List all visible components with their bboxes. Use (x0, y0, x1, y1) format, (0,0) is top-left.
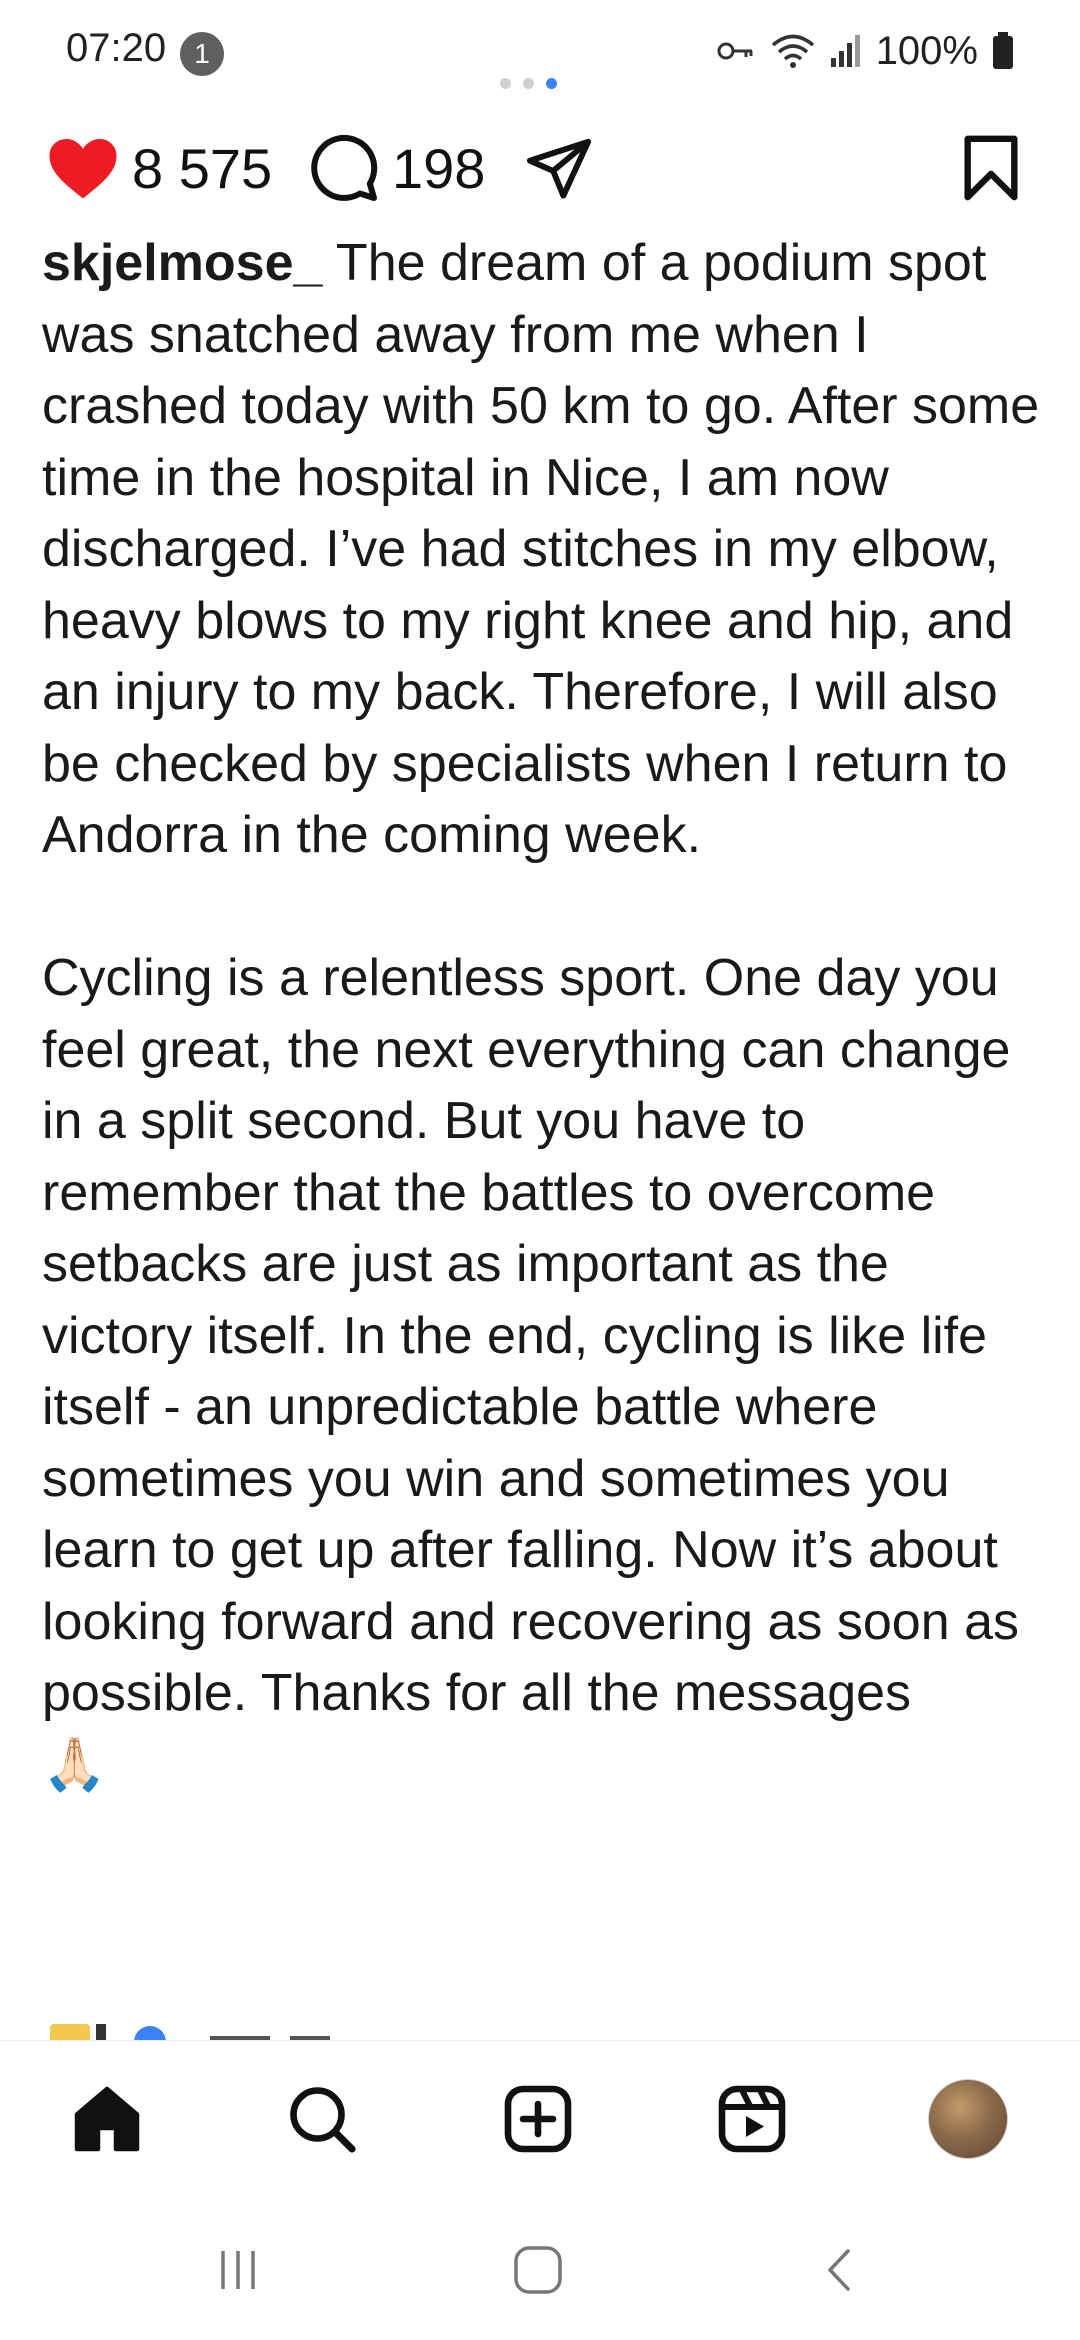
comment-icon (311, 134, 378, 201)
back-chevron-icon (828, 2249, 850, 2291)
comment-button[interactable]: 198 (308, 118, 485, 218)
back-button[interactable] (800, 2230, 880, 2310)
caption-username[interactable]: skjelmose_ (42, 234, 322, 292)
like-button[interactable]: 8 575 (46, 118, 272, 218)
post-caption: skjelmose_ The dream of a podium spot wa… (42, 228, 1042, 1801)
nav-profile[interactable] (928, 2079, 1008, 2159)
share-button[interactable] (524, 118, 594, 218)
home-square-icon (514, 2246, 562, 2294)
status-time: 07:20 (66, 26, 167, 70)
wifi-icon (771, 34, 814, 68)
profile-avatar[interactable] (928, 2079, 1008, 2159)
carousel-indicator (500, 78, 557, 89)
bookmark-icon (964, 135, 1018, 201)
home-system-button[interactable] (498, 2230, 578, 2310)
recent-apps-icon (221, 2251, 255, 2289)
send-icon (526, 138, 592, 199)
nav-home[interactable] (67, 2079, 147, 2159)
nav-create[interactable] (498, 2079, 578, 2159)
signal-icon (830, 35, 860, 67)
battery-percent: 100% (875, 28, 978, 73)
status-bar: 07:20 1 100% (0, 0, 1080, 100)
status-icons: 100% (716, 26, 1014, 76)
vpn-key-icon (717, 42, 753, 60)
heart-icon (49, 139, 117, 199)
nav-reels[interactable] (712, 2079, 792, 2159)
post-actions: 8 575 198 (0, 118, 1080, 218)
home-icon (74, 2086, 140, 2152)
comment-count[interactable]: 198 (392, 136, 485, 201)
reels-icon (718, 2085, 786, 2153)
battery-icon (993, 32, 1013, 69)
partial-content-icon (50, 2024, 330, 2042)
carousel-dot (500, 78, 511, 89)
system-nav-bar (0, 2190, 1080, 2340)
bottom-nav (0, 2040, 1080, 2191)
caption-text: The dream of a podium spot was snatched … (42, 234, 1040, 1794)
carousel-dot (523, 78, 534, 89)
notification-badge: 1 (180, 32, 224, 76)
search-icon (290, 2087, 356, 2153)
like-count[interactable]: 8 575 (132, 136, 272, 201)
next-row-partial (40, 2018, 440, 2042)
carousel-dot-active (546, 78, 557, 89)
nav-search[interactable] (282, 2079, 362, 2159)
create-icon (504, 2085, 572, 2153)
recent-apps-button[interactable] (198, 2230, 278, 2310)
save-button[interactable] (960, 118, 1022, 218)
